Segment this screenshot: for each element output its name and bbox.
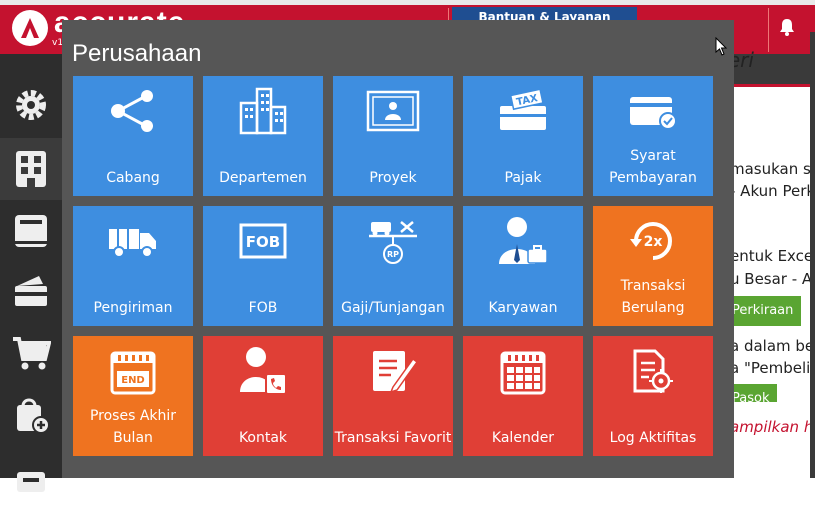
- app-logo[interactable]: [12, 10, 48, 46]
- employee-icon: [499, 217, 548, 264]
- tile-label: Cabang: [106, 170, 160, 186]
- tile-label: Log Aktifitas: [609, 430, 697, 446]
- tile-karyawan[interactable]: Karyawan: [463, 206, 583, 326]
- tile-fob[interactable]: FOB FOB: [203, 206, 323, 326]
- browser-edge: [0, 0, 815, 5]
- tile-label: Kalender: [491, 430, 555, 446]
- tile-label: Proses Akhir Bulan: [89, 408, 177, 446]
- scrollbar[interactable]: [810, 32, 815, 478]
- sidebar-item-cash[interactable]: [0, 260, 62, 322]
- truck-icon: [109, 229, 156, 258]
- svg-text:2x: 2x: [644, 234, 663, 250]
- tile-label: Transaksi Berulang: [620, 278, 686, 316]
- bell-icon[interactable]: [778, 18, 796, 40]
- wallet-icon: [15, 276, 47, 306]
- sidebar-item-sales[interactable]: [0, 322, 62, 384]
- mouse-cursor-icon: [715, 36, 729, 61]
- activity-log-icon: [633, 349, 673, 393]
- tile-label: Transaksi Favorit: [334, 430, 452, 446]
- sidebar-item-ledger[interactable]: [0, 200, 62, 262]
- fob-icon: FOB: [239, 223, 287, 259]
- project-board-icon: [366, 90, 420, 132]
- bg-text: a dalam be: [730, 337, 815, 355]
- panel-title: Perusahaan: [72, 40, 202, 67]
- tile-pengiriman[interactable]: Pengiriman: [73, 206, 193, 326]
- tile-label: Kontak: [238, 430, 288, 446]
- company-menu-panel: Perusahaan Cabang Departemen Proyek TAX …: [62, 20, 734, 478]
- tile-log-aktifitas[interactable]: Log Aktifitas: [593, 336, 713, 456]
- tile-label: Pengiriman: [93, 300, 173, 316]
- tile-label: Gaji/Tunjangan: [341, 300, 445, 316]
- tile-label: Departemen: [219, 170, 307, 186]
- sidebar-item-company[interactable]: [0, 138, 62, 200]
- buildings-icon: [239, 87, 287, 135]
- gear-icon: [16, 90, 46, 120]
- calendar-end-icon: END: [110, 351, 156, 395]
- tile-label: Pajak: [504, 170, 542, 186]
- sidebar-item-settings[interactable]: [0, 74, 62, 136]
- tile-proyek[interactable]: Proyek: [333, 76, 453, 196]
- tile-label: Karyawan: [488, 300, 558, 316]
- tile-kalender[interactable]: Kalender: [463, 336, 583, 456]
- tax-ticket-icon: TAX: [500, 90, 546, 130]
- salary-scale-icon: RP: [369, 221, 417, 264]
- tile-label: Proyek: [369, 170, 417, 186]
- accent-line: [733, 84, 815, 87]
- tile-pajak[interactable]: TAX Pajak: [463, 76, 583, 196]
- tile-transaksi-berulang[interactable]: 2x Transaksi Berulang: [593, 206, 713, 326]
- building-icon: [16, 151, 46, 187]
- tile-label: Syarat Pembayaran: [609, 148, 697, 186]
- tile-departemen[interactable]: Departemen: [203, 76, 323, 196]
- tile-cabang[interactable]: Cabang: [73, 76, 193, 196]
- tile-kontak[interactable]: Kontak: [203, 336, 323, 456]
- bg-text: u Besar - Ak: [730, 270, 815, 288]
- sidebar-item-inventory[interactable]: [0, 446, 62, 508]
- divider: [768, 8, 769, 52]
- svg-text:RP: RP: [387, 250, 399, 259]
- tile-gaji-tunjangan[interactable]: RP Gaji/Tunjangan: [333, 206, 453, 326]
- tile-label: FOB: [248, 300, 278, 316]
- sidebar-item-purchase[interactable]: [0, 384, 62, 446]
- bg-text: a "Pembelia: [730, 359, 815, 377]
- register-icon: [17, 472, 45, 492]
- bg-text: - Akun Perk: [730, 182, 815, 200]
- bg-text: masukan sa: [730, 160, 815, 178]
- share-icon: [111, 90, 153, 132]
- tile-transaksi-favorit[interactable]: Transaksi Favorit: [333, 336, 453, 456]
- svg-text:FOB: FOB: [246, 233, 280, 251]
- bg-text: entuk Excel: [730, 247, 815, 265]
- sidebar: [0, 54, 62, 492]
- ledger-icon: [15, 215, 47, 247]
- calendar-icon: [500, 351, 546, 395]
- tile-proses-akhir-bulan[interactable]: END Proses Akhir Bulan: [73, 336, 193, 456]
- contact-phone-icon: [240, 347, 287, 395]
- credit-card-check-icon: [630, 97, 677, 130]
- cart-icon: [13, 337, 51, 370]
- logo-a-icon: [21, 18, 39, 38]
- bg-link[interactable]: ampilkan h: [730, 418, 813, 436]
- favorite-document-icon: [373, 351, 417, 394]
- repeat-2x-icon: 2x: [630, 222, 672, 260]
- tile-syarat-pembayaran[interactable]: Syarat Pembayaran: [593, 76, 713, 196]
- svg-text:END: END: [121, 375, 145, 386]
- account-button[interactable]: Perkiraan: [724, 296, 802, 326]
- bag-add-icon: [17, 398, 49, 434]
